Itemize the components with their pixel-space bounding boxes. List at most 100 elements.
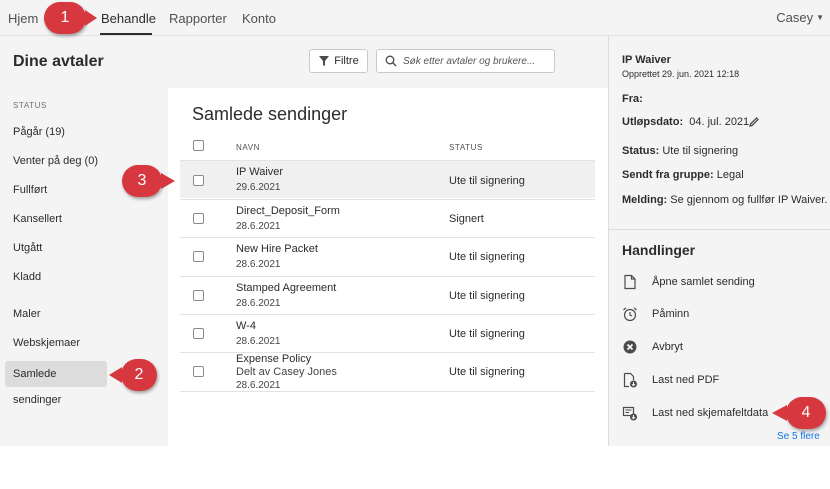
- sidebar-item-expired[interactable]: Utgått: [13, 242, 42, 254]
- row-shared-by: Delt av Casey Jones: [236, 366, 337, 378]
- callout-number: 1: [60, 9, 70, 26]
- row-checkbox[interactable]: [193, 290, 204, 301]
- row-status: Ute til signering: [449, 328, 525, 340]
- user-menu[interactable]: Casey ▼: [776, 10, 824, 25]
- details-status: Status: Ute til signering: [622, 145, 738, 157]
- search-box[interactable]: [376, 49, 555, 73]
- cancel-circle-icon: [623, 340, 637, 354]
- callout-4: 4: [786, 397, 826, 429]
- filter-label: Filtre: [334, 55, 359, 67]
- filter-icon: [319, 56, 330, 66]
- sidebar-item-in-progress[interactable]: Pågår (19): [13, 126, 65, 138]
- details-created: Opprettet 29. jun. 2021 12:18: [622, 69, 740, 79]
- callout-2-pointer: [109, 367, 122, 383]
- action-label: Last ned PDF: [652, 374, 720, 386]
- filter-button[interactable]: Filtre: [309, 49, 368, 73]
- search-icon: [385, 55, 397, 67]
- callout-1: 1: [44, 2, 86, 34]
- table-row[interactable]: New Hire Packet 28.6.2021 Ute til signer…: [180, 237, 595, 275]
- callout-number: 4: [801, 404, 811, 421]
- action-label: Last ned skjemafeltdata: [652, 407, 769, 419]
- row-date: 28.6.2021: [236, 259, 281, 270]
- details-group: Sendt fra gruppe: Legal: [622, 169, 744, 181]
- callout-1-pointer: [85, 10, 97, 26]
- action-label: Avbryt: [652, 341, 683, 353]
- download-pdf-icon: [623, 372, 637, 388]
- document-icon: [624, 274, 636, 290]
- pencil-icon[interactable]: [748, 116, 760, 128]
- active-tab-underline: [100, 33, 152, 35]
- details-divider: [609, 229, 830, 230]
- details-message: Melding: Se gjennom og fullfør IP Waiver…: [622, 194, 827, 206]
- row-name: Expense Policy: [236, 353, 312, 365]
- tab-manage[interactable]: Behandle: [101, 11, 156, 26]
- row-name: IP Waiver: [236, 166, 284, 178]
- section-title: Samlede sendinger: [192, 104, 348, 124]
- status-value: Ute til signering: [662, 145, 739, 157]
- sidebar-item-cancelled[interactable]: Kansellert: [13, 213, 62, 225]
- row-status: Signert: [449, 213, 484, 225]
- actions-title: Handlinger: [622, 242, 696, 258]
- sidebar-item-draft[interactable]: Kladd: [13, 271, 41, 283]
- row-checkbox[interactable]: [193, 328, 204, 339]
- details-expiry: Utløpsdato: 04. jul. 2021: [622, 116, 759, 128]
- search-input[interactable]: [403, 53, 551, 69]
- expiry-value: 04. jul. 2021: [689, 116, 750, 128]
- sidebar-item-waiting-for-you[interactable]: Venter på deg (0): [13, 155, 98, 167]
- message-value: Se gjennom og fullfør IP Waiver.: [670, 194, 828, 206]
- column-header-status: STATUS: [449, 143, 483, 152]
- row-checkbox[interactable]: [193, 251, 204, 262]
- row-checkbox[interactable]: [193, 366, 204, 377]
- row-date: 28.6.2021: [236, 336, 281, 347]
- top-navigation: Hjem Behandle Rapporter Konto Casey ▼: [0, 0, 830, 36]
- status-label: Status:: [622, 145, 660, 157]
- row-checkbox[interactable]: [193, 213, 204, 224]
- table-row[interactable]: W-4 28.6.2021 Ute til signering: [180, 314, 595, 352]
- callout-number: 2: [134, 366, 144, 383]
- sidebar-item-templates[interactable]: Maler: [13, 308, 41, 320]
- see-more-link[interactable]: Se 5 flere: [777, 431, 820, 442]
- details-from: Fra:: [622, 93, 643, 105]
- page-title: Dine avtaler: [13, 53, 104, 70]
- column-header-name: NAVN: [236, 143, 261, 152]
- row-name: New Hire Packet: [236, 243, 318, 255]
- row-date: 28.6.2021: [236, 380, 281, 391]
- tab-reports[interactable]: Rapporter: [169, 11, 227, 26]
- table-row[interactable]: Stamped Agreement 28.6.2021 Ute til sign…: [180, 276, 595, 314]
- download-data-icon: [622, 406, 637, 421]
- action-label: Åpne samlet sending: [652, 276, 755, 288]
- row-date: 28.6.2021: [236, 298, 281, 309]
- row-status: Ute til signering: [449, 366, 525, 378]
- group-value: Legal: [716, 169, 744, 181]
- table-row[interactable]: IP Waiver 29.6.2021 Ute til signering: [180, 160, 595, 198]
- status-heading: STATUS: [13, 101, 47, 110]
- row-date: 28.6.2021: [236, 221, 281, 232]
- callout-3: 3: [122, 165, 162, 197]
- message-label: Melding:: [622, 194, 668, 206]
- callout-number: 3: [137, 172, 147, 189]
- row-status: Ute til signering: [449, 175, 525, 187]
- sidebar-item-web-forms[interactable]: Webskjemaer: [13, 337, 80, 349]
- row-name: W-4: [236, 320, 256, 332]
- row-checkbox[interactable]: [193, 175, 204, 186]
- sidebar-item-bulk-sends[interactable]: Samlede sendinger: [5, 361, 107, 406]
- callout-3-pointer: [161, 173, 175, 189]
- table-row[interactable]: Direct_Deposit_Form 28.6.2021 Signert: [180, 199, 595, 237]
- user-name: Casey: [776, 10, 814, 25]
- from-label: Fra:: [622, 93, 643, 105]
- details-title: IP Waiver: [622, 54, 671, 66]
- alarm-clock-icon: [623, 307, 637, 322]
- callout-4-pointer: [772, 405, 787, 421]
- callout-2: 2: [121, 359, 157, 391]
- expiry-label: Utløpsdato:: [622, 116, 684, 128]
- action-label: Påminn: [652, 308, 690, 320]
- row-status: Ute til signering: [449, 251, 525, 263]
- tab-home[interactable]: Hjem: [8, 11, 38, 26]
- select-all-checkbox[interactable]: [193, 140, 204, 151]
- table-row[interactable]: Expense Policy Delt av Casey Jones 28.6.…: [180, 352, 595, 391]
- tab-account[interactable]: Konto: [242, 11, 276, 26]
- row-name: Direct_Deposit_Form: [236, 205, 340, 217]
- row-date: 29.6.2021: [236, 182, 281, 193]
- group-label: Sendt fra gruppe:: [622, 169, 714, 181]
- sidebar-item-completed[interactable]: Fullført: [13, 184, 47, 196]
